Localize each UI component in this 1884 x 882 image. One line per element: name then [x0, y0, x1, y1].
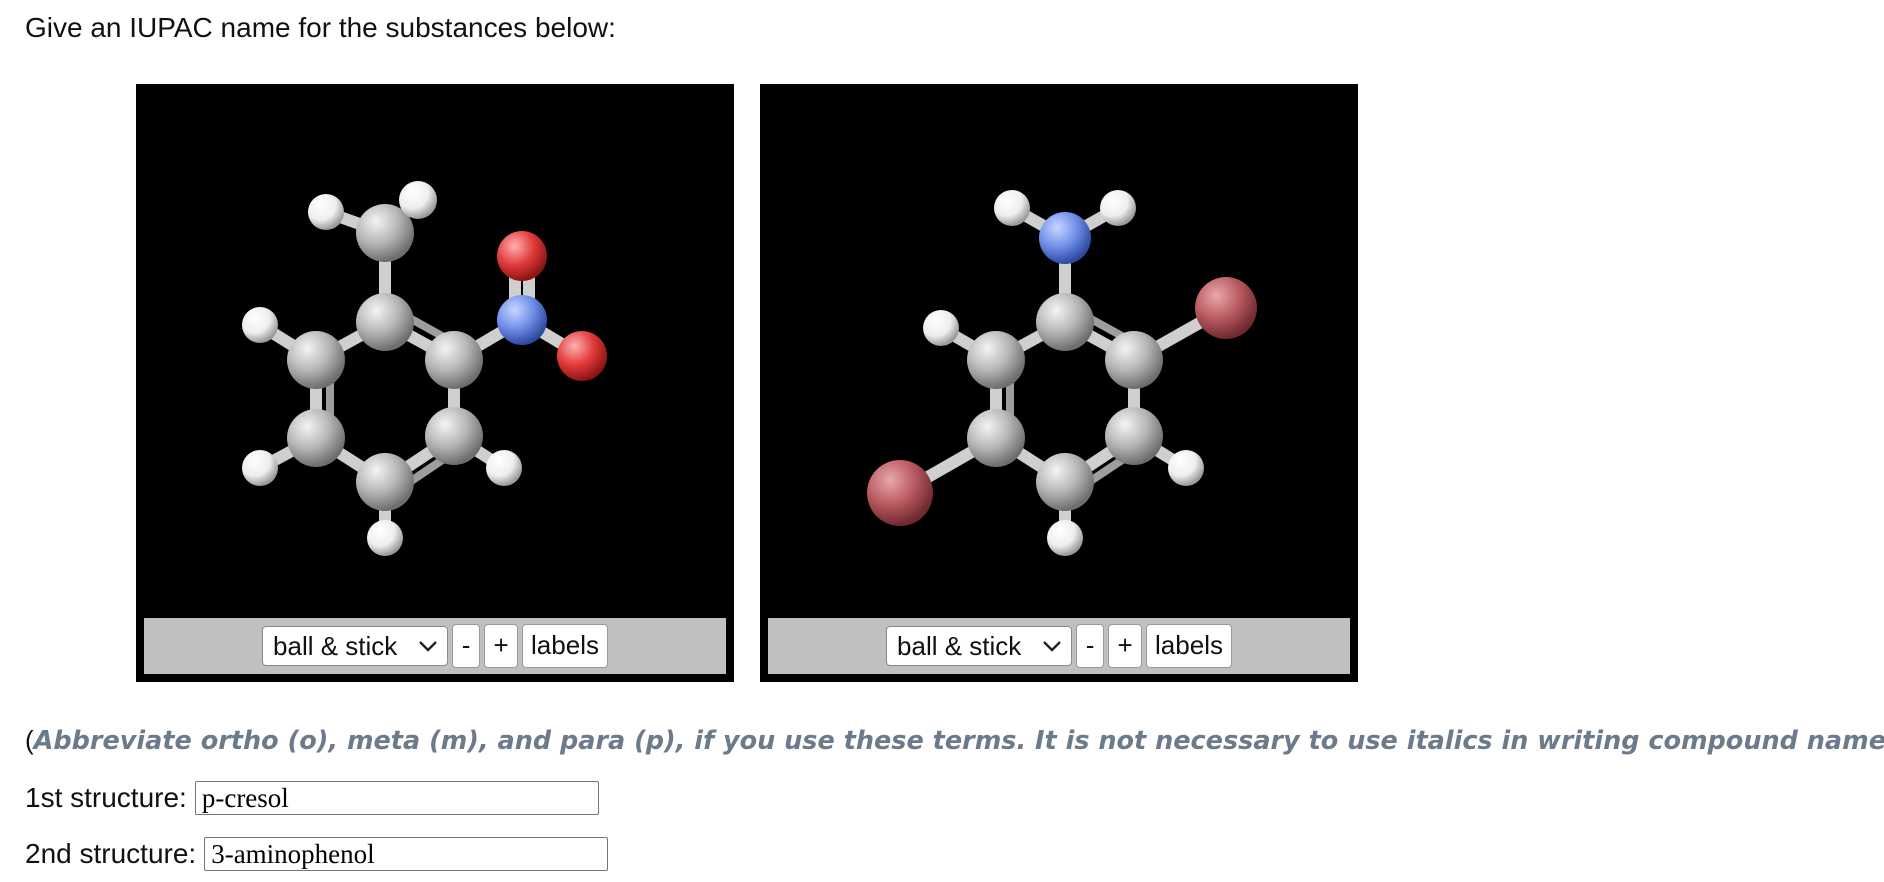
answer-input-1[interactable]: p-cresol [194, 781, 599, 815]
zoom-out-button[interactable]: - [1076, 624, 1105, 668]
display-mode-value: ball & stick [897, 631, 1022, 661]
note-text: Abbreviate ortho (o), meta (m), and para… [33, 726, 1884, 756]
chevron-down-icon [1043, 641, 1061, 652]
zoom-in-button[interactable]: + [1108, 624, 1143, 668]
molecule-viewer-2[interactable]: ball & stick - + labels [760, 84, 1358, 682]
answer-input-2[interactable]: 3-aminophenol [204, 837, 609, 871]
molecule-3d-model-1[interactable] [140, 88, 730, 628]
display-mode-select[interactable]: ball & stick [886, 626, 1073, 666]
molecule-3d-model-2[interactable] [764, 88, 1354, 628]
zoom-out-button[interactable]: - [452, 624, 481, 668]
question-prompt: Give an IUPAC name for the substances be… [25, 12, 616, 43]
zoom-in-button[interactable]: + [484, 624, 519, 668]
note-open-paren: ( [25, 725, 34, 755]
viewer-2-controls: ball & stick - + labels [768, 618, 1350, 674]
instruction-note: (Abbreviate ortho (o), meta (m), and par… [25, 722, 1884, 759]
display-mode-select[interactable]: ball & stick [262, 626, 449, 666]
answer-row-1: 1st structure: p-cresol [25, 780, 599, 816]
labels-button[interactable]: labels [1146, 624, 1232, 668]
molecule-viewer-1[interactable]: ball & stick - + labels [136, 84, 734, 682]
display-mode-value: ball & stick [273, 631, 398, 661]
answer-row-2: 2nd structure: 3-aminophenol [25, 836, 609, 872]
labels-button[interactable]: labels [522, 624, 608, 668]
answer-label-2: 2nd structure: [25, 838, 197, 869]
answer-label-1: 1st structure: [25, 782, 187, 813]
viewer-1-controls: ball & stick - + labels [144, 618, 726, 674]
chevron-down-icon [419, 641, 437, 652]
